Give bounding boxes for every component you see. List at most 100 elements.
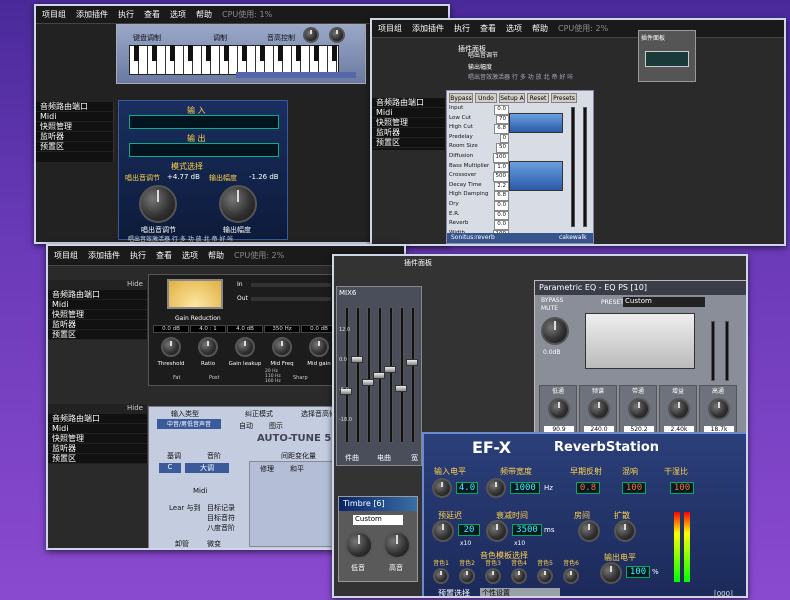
sidebar-item-audio-routing[interactable]: 音频路由端口 (36, 102, 113, 112)
menu-help[interactable]: 帮助 (196, 9, 212, 20)
bypass-label[interactable]: BYPASS (541, 297, 563, 304)
reverb-param-value[interactable]: 500 (492, 172, 509, 182)
sidebar-item-presets[interactable]: 预置区 (372, 138, 445, 148)
fader-1[interactable] (571, 107, 575, 227)
kbd-knob-1[interactable] (303, 27, 319, 43)
tone-selector[interactable]: 音色6 (558, 558, 584, 588)
menu-execute[interactable]: 执行 (118, 9, 134, 20)
reverb-param-value[interactable]: 0.0 (494, 200, 509, 211)
menu-view[interactable]: 查看 (156, 250, 172, 261)
hide-button[interactable]: Hide (48, 280, 147, 290)
sidebar-item-snapshots[interactable]: 快照管理 (372, 118, 445, 128)
reverb-param-value[interactable]: 0 (499, 133, 509, 144)
sidebar2-item-audio-routing[interactable]: 音频路由端口 (48, 414, 147, 424)
sidebar-item-monitor[interactable]: 监听器 (48, 320, 147, 330)
undo-button[interactable]: Undo (475, 93, 497, 103)
reverb-param-value[interactable]: 6.8 (494, 191, 509, 201)
mixer-fader-cap[interactable] (384, 365, 396, 373)
eq-fader-1[interactable] (711, 321, 715, 381)
output-level-knob[interactable] (600, 562, 622, 584)
mixer-fader-cap[interactable] (362, 378, 374, 386)
sidebar-item-audio-routing[interactable]: 音频路由端口 (372, 98, 445, 108)
kbd-knob-2[interactable] (329, 27, 345, 43)
preset-select[interactable]: Custom (623, 297, 705, 307)
reset-button[interactable]: Reset (527, 93, 549, 103)
mixer-fader-track[interactable] (389, 307, 393, 443)
presets-button[interactable]: Presets (551, 93, 577, 103)
mixer-fader-track[interactable] (400, 307, 404, 443)
tone-knob[interactable] (459, 568, 475, 584)
comp-knob[interactable] (235, 337, 255, 357)
comp-toggle-button[interactable]: Fat (173, 375, 180, 381)
correction-value[interactable]: 自动 (239, 421, 253, 431)
sidebar-item-monitor[interactable]: 监听器 (372, 128, 445, 138)
fader-2[interactable] (583, 107, 587, 227)
scale-select[interactable]: 大调 (185, 463, 229, 473)
mixer-fader-cap[interactable] (373, 372, 385, 379)
tone-knob[interactable] (433, 568, 449, 584)
bass-knob[interactable] (345, 531, 373, 559)
eq-band-knob[interactable] (708, 398, 730, 420)
comp-toggle-button[interactable]: Post (209, 375, 219, 381)
sidebar-item-midi[interactable]: Midi (48, 300, 147, 310)
bypass-button[interactable]: Bypass (449, 93, 473, 103)
menu-add-plugin[interactable]: 添加插件 (412, 23, 444, 34)
input-level-knob[interactable] (432, 478, 452, 498)
gain-knob[interactable] (541, 317, 569, 345)
tone-knob[interactable] (485, 568, 501, 584)
reverb-param-value[interactable]: 50 (496, 143, 509, 153)
comp-knob[interactable] (309, 337, 329, 357)
sidebar2-item-monitor[interactable]: 监听器 (48, 444, 147, 454)
reverb-param-value[interactable]: 6.8 (494, 124, 509, 134)
tone-selector[interactable]: 音色2 (454, 558, 480, 588)
setup-a-button[interactable]: Setup A (499, 93, 525, 103)
menu-project[interactable]: 项目组 (378, 23, 402, 34)
mixer-fader-cap[interactable] (351, 356, 363, 364)
sidebar2-item-presets[interactable]: 预置区 (48, 454, 147, 464)
tone-selector[interactable]: 音色4 (506, 558, 532, 588)
predelay-knob[interactable] (432, 520, 454, 542)
menu-options[interactable]: 选项 (170, 9, 186, 20)
reverb-param-value[interactable]: 0.0 (494, 220, 509, 230)
mute-label[interactable]: MUTE (541, 305, 558, 312)
sidebar-item-audio-routing[interactable]: 音频路由端口 (48, 290, 147, 300)
comp-knob[interactable] (272, 337, 292, 357)
tone-knob[interactable] (563, 568, 579, 584)
tone-knob[interactable] (537, 568, 553, 584)
eq-band-knob[interactable] (548, 398, 570, 420)
comp-toggle-button[interactable]: Sharp (293, 375, 308, 381)
tone-knob[interactable] (511, 568, 527, 584)
comp-knob[interactable] (198, 337, 218, 357)
hide-button-2[interactable]: Hide (48, 404, 147, 414)
menu-help[interactable]: 帮助 (208, 250, 224, 261)
reverb-param-value[interactable]: 0.0 (494, 210, 509, 221)
sidebar2-item-midi[interactable]: Midi (48, 424, 147, 434)
eq-band-knob[interactable] (628, 398, 650, 420)
sidebar-item-midi[interactable]: Midi (372, 108, 445, 118)
input-type-select[interactable]: 中音/男低音声音 (157, 419, 221, 429)
tone-selector[interactable]: 音色5 (532, 558, 558, 588)
room-knob[interactable] (578, 520, 600, 542)
sidebar-item-snapshots[interactable]: 快照管理 (48, 310, 147, 320)
menu-execute[interactable]: 执行 (130, 250, 146, 261)
comp-knob[interactable] (161, 337, 181, 357)
menu-add-plugin[interactable]: 添加插件 (76, 9, 108, 20)
menu-view[interactable]: 查看 (144, 9, 160, 20)
sidebar-item-monitor[interactable]: 监听器 (36, 132, 113, 142)
reverb-param-value[interactable]: 70 (496, 114, 509, 125)
decay-knob[interactable] (486, 520, 508, 542)
eq-band-knob[interactable] (588, 398, 610, 420)
mixer-fader-track[interactable] (367, 307, 371, 443)
menu-project[interactable]: 项目组 (42, 9, 66, 20)
menu-view[interactable]: 查看 (480, 23, 496, 34)
graph-label[interactable]: 图示 (269, 421, 283, 431)
reverb-param-value[interactable]: 2.2 (494, 181, 509, 192)
reverb-param-value[interactable]: 100 (492, 152, 509, 163)
menu-help[interactable]: 帮助 (532, 23, 548, 34)
bandwidth-knob[interactable] (486, 478, 506, 498)
scroll-bar[interactable] (236, 72, 356, 78)
menu-execute[interactable]: 执行 (454, 23, 470, 34)
mixer-fader-track[interactable] (356, 307, 360, 443)
spread-knob[interactable] (614, 520, 636, 542)
eq-fader-2[interactable] (725, 321, 729, 381)
